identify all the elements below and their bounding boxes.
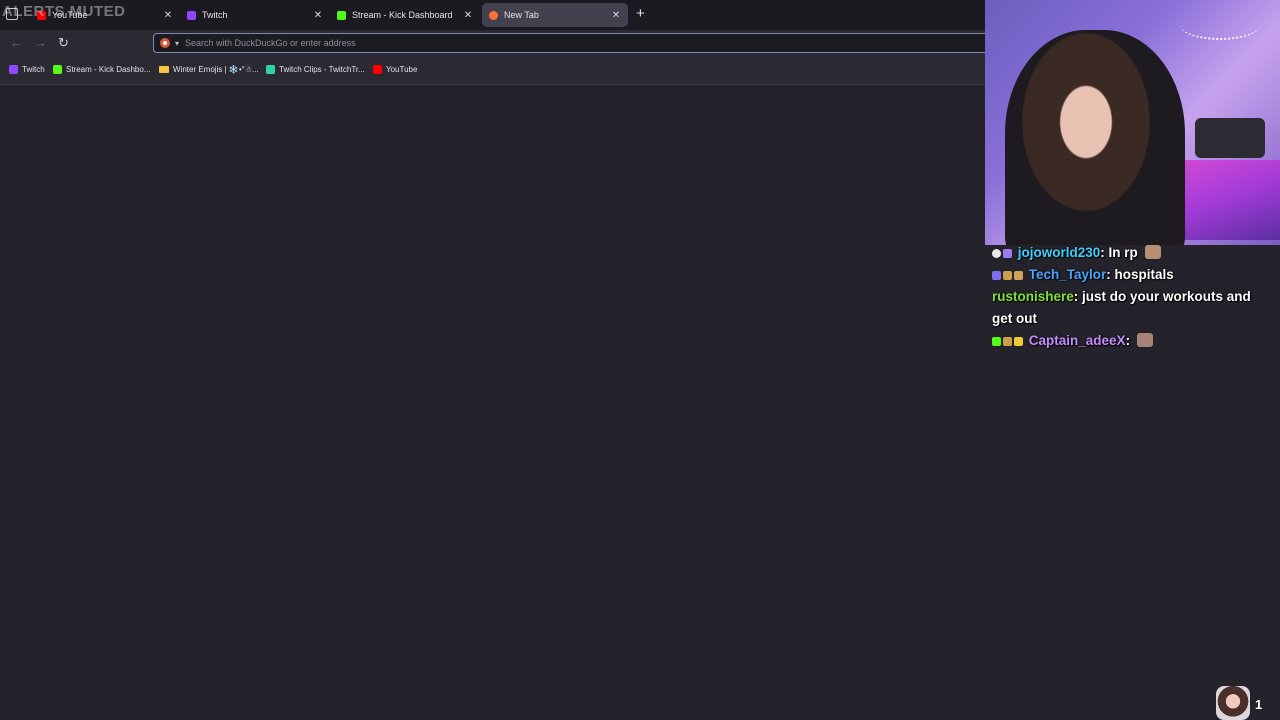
gift-badge-icon bbox=[1003, 271, 1012, 280]
badge-icon bbox=[1014, 271, 1023, 280]
chat-username: Captain_adeeX bbox=[1028, 333, 1126, 348]
bookmark-kick-dashboard[interactable]: Stream - Kick Dashbo... bbox=[53, 65, 150, 74]
tab-twitch[interactable]: Twitch ✕ bbox=[180, 3, 330, 27]
list-all-tabs-icon[interactable] bbox=[6, 8, 18, 20]
forward-arrow-icon[interactable]: → bbox=[34, 35, 47, 50]
youtube-icon bbox=[373, 65, 382, 74]
tab-title: Twitch bbox=[202, 10, 228, 20]
folder-icon bbox=[159, 66, 169, 73]
bookmark-label: Stream - Kick Dashbo... bbox=[66, 65, 151, 74]
emote-icon bbox=[1144, 245, 1161, 259]
twitch-icon bbox=[9, 65, 18, 74]
bookmark-twitch[interactable]: Twitch bbox=[9, 65, 45, 74]
kick-icon bbox=[337, 10, 346, 20]
bookmark-label: Twitch Clips - TwitchTr... bbox=[279, 65, 365, 74]
bookmark-folder-winter-emojis[interactable]: Winter Emojis | ❄️•°☃... bbox=[159, 65, 259, 74]
tab-title: New Tab bbox=[504, 10, 539, 20]
badge-icon bbox=[992, 271, 1001, 280]
chat-message: Captain_adeeX: bbox=[992, 330, 1272, 352]
bookmark-twitch-clips[interactable]: Twitch Clips - TwitchTr... bbox=[266, 65, 365, 74]
chat-username: Tech_Taylor bbox=[1028, 267, 1107, 282]
emote-icon bbox=[1136, 333, 1153, 347]
address-bar[interactable]: ▾ bbox=[153, 33, 993, 53]
badge-icon bbox=[1003, 337, 1012, 346]
back-arrow-icon[interactable]: ← bbox=[10, 35, 23, 50]
tab-title: Stream - Kick Dashboard bbox=[352, 10, 453, 20]
twitchtracker-icon bbox=[266, 65, 275, 74]
viewer-count: 1 bbox=[1255, 697, 1263, 712]
chat-username: jojoworld230 bbox=[1017, 245, 1101, 260]
youtube-icon bbox=[37, 10, 46, 20]
fairy-lights bbox=[1180, 10, 1260, 40]
firefox-icon bbox=[489, 10, 498, 20]
tab-title: YouTube bbox=[52, 10, 88, 20]
close-tab-icon[interactable]: ✕ bbox=[608, 10, 624, 21]
chat-text: hospitals bbox=[1114, 267, 1174, 282]
new-tab-button[interactable]: + bbox=[636, 5, 645, 22]
chat-overlay: jojoworld230: In rp Tech_Taylor: hospita… bbox=[992, 242, 1272, 352]
tab-new-tab[interactable]: New Tab ✕ bbox=[482, 3, 628, 27]
chat-message: rustonishere: just do your workouts and … bbox=[992, 289, 1251, 326]
close-tab-icon[interactable]: ✕ bbox=[160, 10, 176, 21]
badge-icon bbox=[992, 249, 1001, 258]
search-input[interactable] bbox=[185, 38, 992, 48]
streamer-figure bbox=[1005, 30, 1185, 245]
bookmark-label: Winter Emojis | ❄️•°☃... bbox=[173, 65, 259, 74]
webcam-overlay bbox=[985, 0, 1280, 245]
chevron-down-icon[interactable]: ▾ bbox=[175, 39, 179, 48]
viewer-avatar bbox=[1216, 686, 1250, 720]
chat-message: jojoworld230: In rp bbox=[992, 242, 1272, 264]
tab-youtube[interactable]: YouTube ✕ bbox=[30, 3, 180, 27]
kick-badge-icon bbox=[992, 337, 1001, 346]
twitch-icon bbox=[187, 10, 196, 20]
close-tab-icon[interactable]: ✕ bbox=[310, 10, 326, 21]
subscriber-badge-icon bbox=[1003, 249, 1012, 258]
chat-message: Tech_Taylor: hospitals bbox=[992, 264, 1272, 286]
bookmark-youtube[interactable]: YouTube bbox=[373, 65, 417, 74]
duckduckgo-icon[interactable] bbox=[160, 38, 170, 48]
crown-icon bbox=[1014, 337, 1023, 346]
bookmark-label: Twitch bbox=[22, 65, 45, 74]
reload-icon[interactable]: ↻ bbox=[58, 35, 69, 51]
bookmark-label: YouTube bbox=[386, 65, 418, 74]
close-tab-icon[interactable]: ✕ bbox=[460, 10, 476, 21]
tab-kick-dashboard[interactable]: Stream - Kick Dashboard ✕ bbox=[330, 3, 480, 27]
chat-username: rustonishere bbox=[992, 289, 1074, 304]
kick-icon bbox=[53, 65, 62, 74]
background-shelf bbox=[1195, 118, 1265, 158]
chat-text: In rp bbox=[1108, 245, 1138, 260]
